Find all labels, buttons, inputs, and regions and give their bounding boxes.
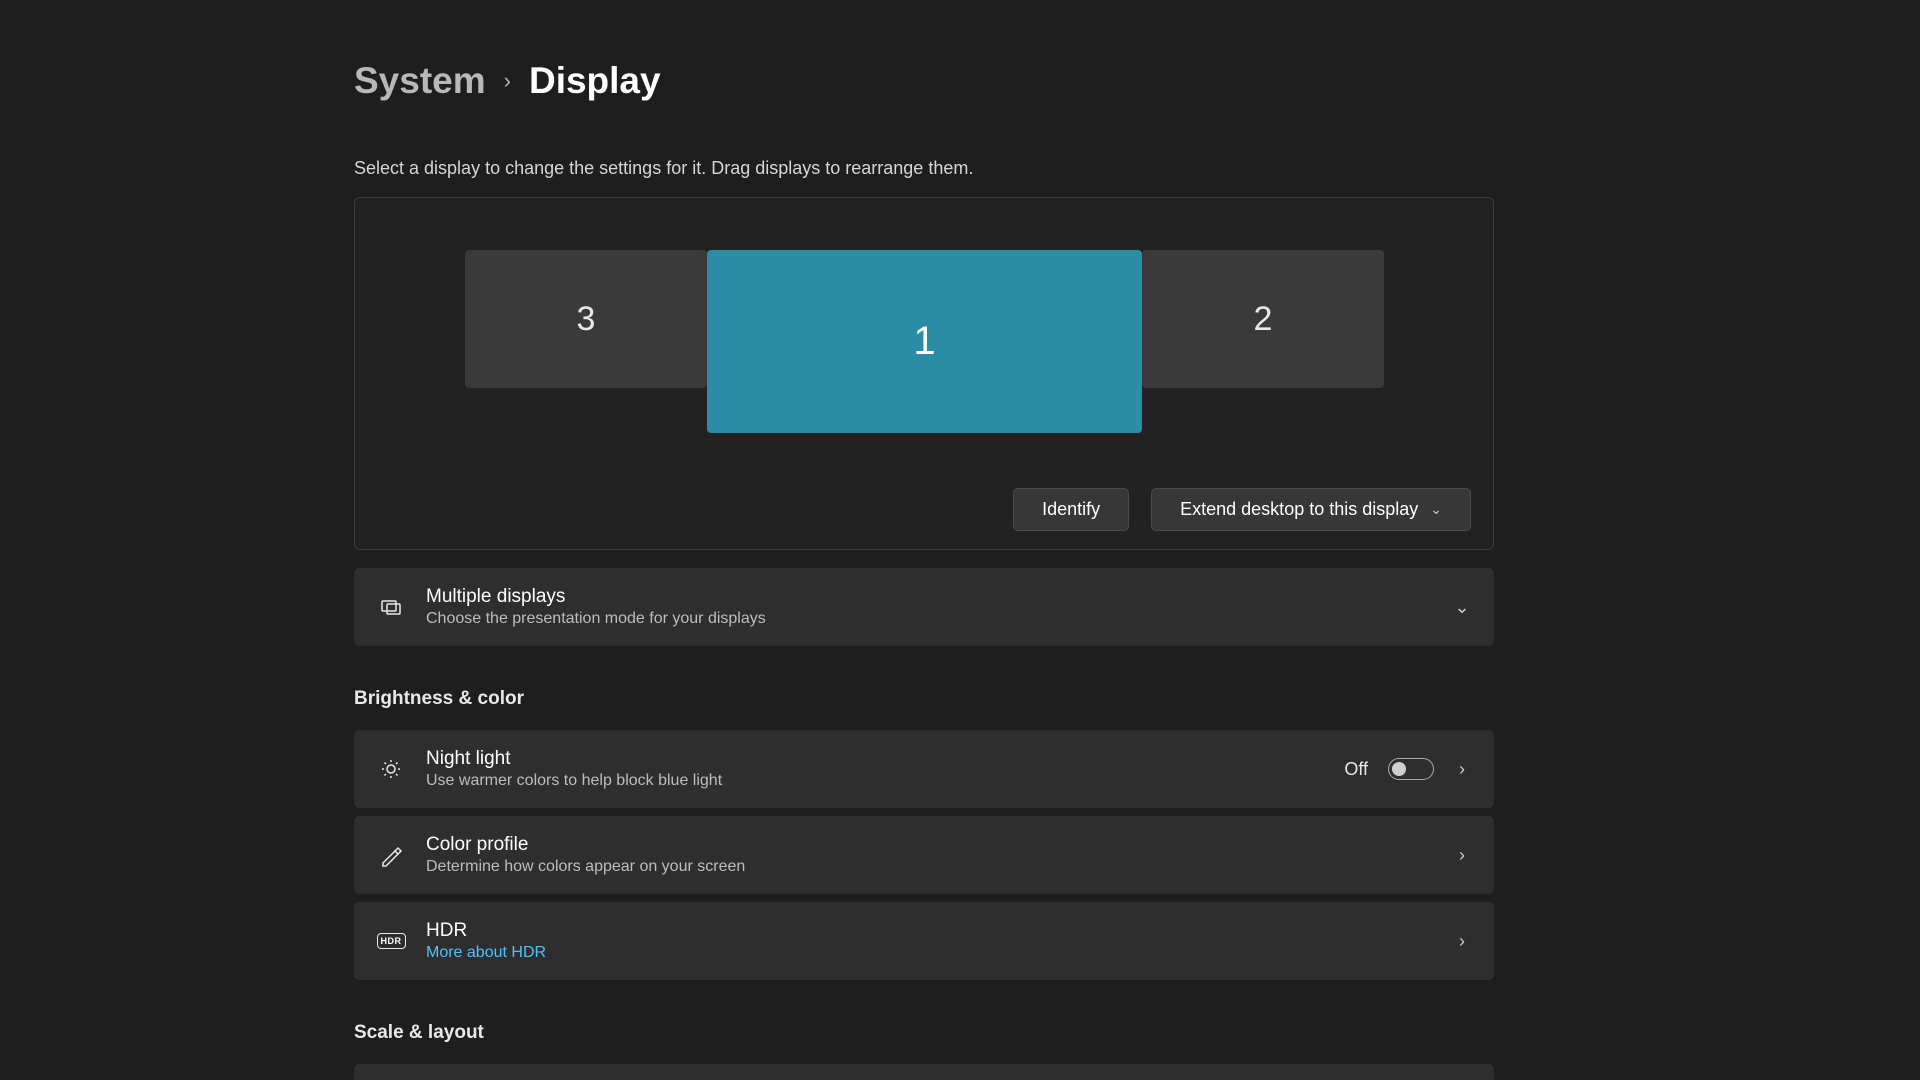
displays-icon [378,594,404,620]
color-profile-icon [378,842,404,868]
toggle-knob [1392,762,1406,776]
display-arrangement-canvas[interactable]: 3 1 2 [355,198,1493,488]
button-label: Extend desktop to this display [1180,499,1418,520]
chevron-right-icon[interactable]: › [1454,845,1470,866]
chevron-down-icon: ⌄ [1430,501,1442,518]
monitor-1-selected[interactable]: 1 [707,250,1142,433]
section-brightness-color: Brightness & color [354,688,1494,710]
scale-row[interactable]: Scale Change the size of text, apps, and… [354,1064,1494,1080]
monitor-label: 3 [577,300,596,339]
setting-title: HDR [426,920,1432,942]
page-title: Display [529,60,661,102]
hdr-icon: HDR [378,928,404,954]
night-light-row[interactable]: Night light Use warmer colors to help bl… [354,730,1494,808]
monitor-2[interactable]: 2 [1142,250,1384,388]
toggle-state-label: Off [1344,759,1368,780]
setting-subtitle: Determine how colors appear on your scre… [426,858,1432,876]
more-about-hdr-link[interactable]: More about HDR [426,944,1432,962]
multiple-displays-row[interactable]: Multiple displays Choose the presentatio… [354,568,1494,646]
monitor-label: 1 [913,319,935,364]
chevron-right-icon[interactable]: › [1454,931,1470,952]
arrangement-helper-text: Select a display to change the settings … [354,158,1494,179]
night-light-icon [378,756,404,782]
setting-title: Multiple displays [426,586,1432,608]
breadcrumb-parent-system[interactable]: System [354,60,486,102]
night-light-toggle[interactable] [1388,758,1434,780]
monitor-label: 2 [1254,300,1273,339]
setting-subtitle: Choose the presentation mode for your di… [426,610,1432,628]
extend-desktop-dropdown[interactable]: Extend desktop to this display ⌄ [1151,488,1471,531]
chevron-right-icon[interactable]: › [1454,759,1470,780]
hdr-row[interactable]: HDR HDR More about HDR › [354,902,1494,980]
identify-button[interactable]: Identify [1013,488,1129,531]
setting-subtitle: Use warmer colors to help block blue lig… [426,772,1322,790]
button-label: Identify [1042,499,1100,520]
display-arrangement-panel: 3 1 2 Identify Extend desktop to this di… [354,197,1494,550]
color-profile-row[interactable]: Color profile Determine how colors appea… [354,816,1494,894]
setting-title: Night light [426,748,1322,770]
chevron-down-icon: ⌄ [1454,597,1470,618]
monitor-3[interactable]: 3 [465,250,707,388]
chevron-right-icon: › [504,68,511,94]
setting-title: Color profile [426,834,1432,856]
section-scale-layout: Scale & layout [354,1022,1494,1044]
breadcrumb: System › Display [354,60,1494,102]
